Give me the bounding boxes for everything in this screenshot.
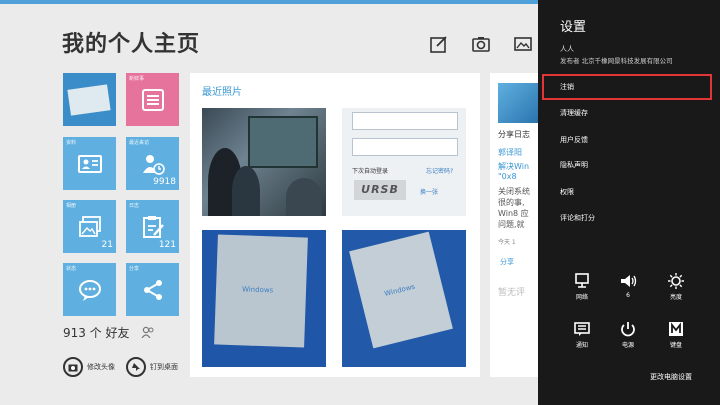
gallery-button[interactable] xyxy=(512,34,534,54)
camera-button[interactable] xyxy=(470,34,492,54)
notifications-label: 通知 xyxy=(575,342,588,349)
settings-title: 设置 xyxy=(560,20,587,35)
photo-thumbnail[interactable]: Windows xyxy=(342,230,466,367)
change-avatar-button[interactable]: 修改头像 xyxy=(63,357,115,377)
brightness-icon xyxy=(668,273,684,289)
share-line[interactable]: 郭译阳 xyxy=(498,147,522,158)
logs-tile[interactable]: 日志 121 xyxy=(126,200,179,253)
share-line[interactable]: "0x8 xyxy=(498,172,517,181)
news-feed-tile[interactable]: 新鲜事 xyxy=(126,73,179,126)
pin-to-start-button[interactable]: 钉到桌面 xyxy=(126,357,178,377)
power-icon xyxy=(621,322,635,337)
username-field-image xyxy=(352,112,458,130)
id-card-icon xyxy=(77,154,102,173)
recent-photos-panel: 最近照片 下次自动登录 忘记密码? URSB 换一张 Windows Windo… xyxy=(190,73,480,377)
page-title: 我的个人主页 xyxy=(62,32,201,57)
share-line: 关闭系统 xyxy=(498,187,530,196)
log-count: 121 xyxy=(158,240,176,250)
forgot-password-text: 忘记密码? xyxy=(426,168,454,175)
picture-icon xyxy=(514,37,532,51)
quick-setting-network[interactable]: 网络 xyxy=(562,270,602,301)
captcha-image: URSB xyxy=(354,180,406,200)
album-icon xyxy=(78,215,101,237)
albums-tile[interactable]: 相册 21 xyxy=(63,200,116,253)
compose-button[interactable] xyxy=(428,34,450,54)
friends-icon xyxy=(141,326,154,338)
visitor-count: 9918 xyxy=(153,177,176,187)
quick-setting-volume[interactable]: 6 xyxy=(608,270,648,299)
publisher-text: 发布者 北京千橡网景科技发展有限公司 xyxy=(560,57,673,65)
volume-icon xyxy=(621,275,637,287)
menu-item-permissions[interactable]: 权限 xyxy=(560,187,710,197)
photo-thumbnail[interactable]: Windows xyxy=(202,230,326,367)
photo-thumbnail[interactable] xyxy=(202,108,326,216)
windows-logo-text: Windows xyxy=(383,282,416,298)
avatar-tile[interactable] xyxy=(63,73,116,126)
quick-setting-keyboard[interactable]: 键盘 xyxy=(656,318,696,349)
change-pc-settings-link[interactable]: 更改电脑设置 xyxy=(650,372,692,382)
change-avatar-label: 修改头像 xyxy=(87,363,115,371)
network-label: 网络 xyxy=(575,294,588,301)
share-line: 问题,就 xyxy=(498,220,525,229)
friends-count[interactable]: 913 个 好友 xyxy=(63,324,130,341)
whiteboard-image xyxy=(248,116,318,168)
app-action-bar xyxy=(428,34,534,54)
album-count: 21 xyxy=(101,240,113,250)
brightness-label: 亮度 xyxy=(669,294,682,301)
quick-setting-brightness[interactable]: 亮度 xyxy=(656,270,696,301)
windows-box-image: Windows xyxy=(349,231,453,349)
volume-label: 6 xyxy=(626,292,630,299)
power-label: 电源 xyxy=(621,342,634,349)
app-name: 人人 xyxy=(560,45,574,53)
share-line: Win8 应 xyxy=(498,209,529,218)
refresh-captcha-text: 换一张 xyxy=(420,189,439,196)
share-tile[interactable]: 分享 xyxy=(126,263,179,316)
edit-icon xyxy=(430,36,447,53)
network-icon xyxy=(575,273,589,288)
news-list-icon xyxy=(141,88,164,111)
menu-item-logout[interactable]: 注销 xyxy=(542,74,712,100)
password-field-image xyxy=(352,138,458,156)
notification-icon xyxy=(574,322,590,336)
photo-thumbnail[interactable]: 下次自动登录 忘记密码? URSB 换一张 xyxy=(342,108,466,216)
menu-item-feedback[interactable]: 用户反馈 xyxy=(560,135,710,145)
menu-item-rate-review[interactable]: 评论和打分 xyxy=(560,213,710,223)
visitor-clock-icon xyxy=(142,154,165,175)
camera-icon xyxy=(472,37,490,52)
windows-logo-text: Windows xyxy=(241,285,274,295)
settings-charm: 设置 人人 发布者 北京千橡网景科技发展有限公司 注销 清理缓存 用户反馈 隐私… xyxy=(538,0,720,405)
status-tile[interactable]: 状态 xyxy=(63,263,116,316)
windows-box-image: Windows xyxy=(214,234,308,348)
share-icon xyxy=(143,279,162,300)
pin-icon xyxy=(126,357,146,377)
keyboard-label: 键盘 xyxy=(669,342,682,349)
quick-setting-notifications[interactable]: 通知 xyxy=(562,318,602,349)
quick-setting-power[interactable]: 电源 xyxy=(608,318,648,349)
profile-tile[interactable]: 资料 xyxy=(63,137,116,190)
visitors-tile[interactable]: 最近来访 9918 xyxy=(126,137,179,190)
clipboard-edit-icon xyxy=(142,215,164,238)
share-button[interactable]: 分享 xyxy=(500,257,514,267)
camera-icon xyxy=(63,357,83,377)
share-line: 很的事, xyxy=(498,198,525,207)
share-line[interactable]: 解决Win xyxy=(498,161,529,172)
remember-login-text: 下次自动登录 xyxy=(352,168,389,175)
menu-item-privacy[interactable]: 隐私声明 xyxy=(560,160,710,170)
avatar-image xyxy=(67,84,111,116)
recent-photos-title[interactable]: 最近照片 xyxy=(202,83,242,98)
share-line: 分享日志 xyxy=(498,130,530,139)
chat-bubble-icon xyxy=(78,279,101,301)
menu-item-clear-cache[interactable]: 清理缓存 xyxy=(560,108,710,118)
share-time: 今天 1 xyxy=(498,239,516,246)
keyboard-icon xyxy=(669,322,683,336)
no-comment-text: 暂无评 xyxy=(498,288,526,298)
pin-label: 钉到桌面 xyxy=(150,363,178,371)
